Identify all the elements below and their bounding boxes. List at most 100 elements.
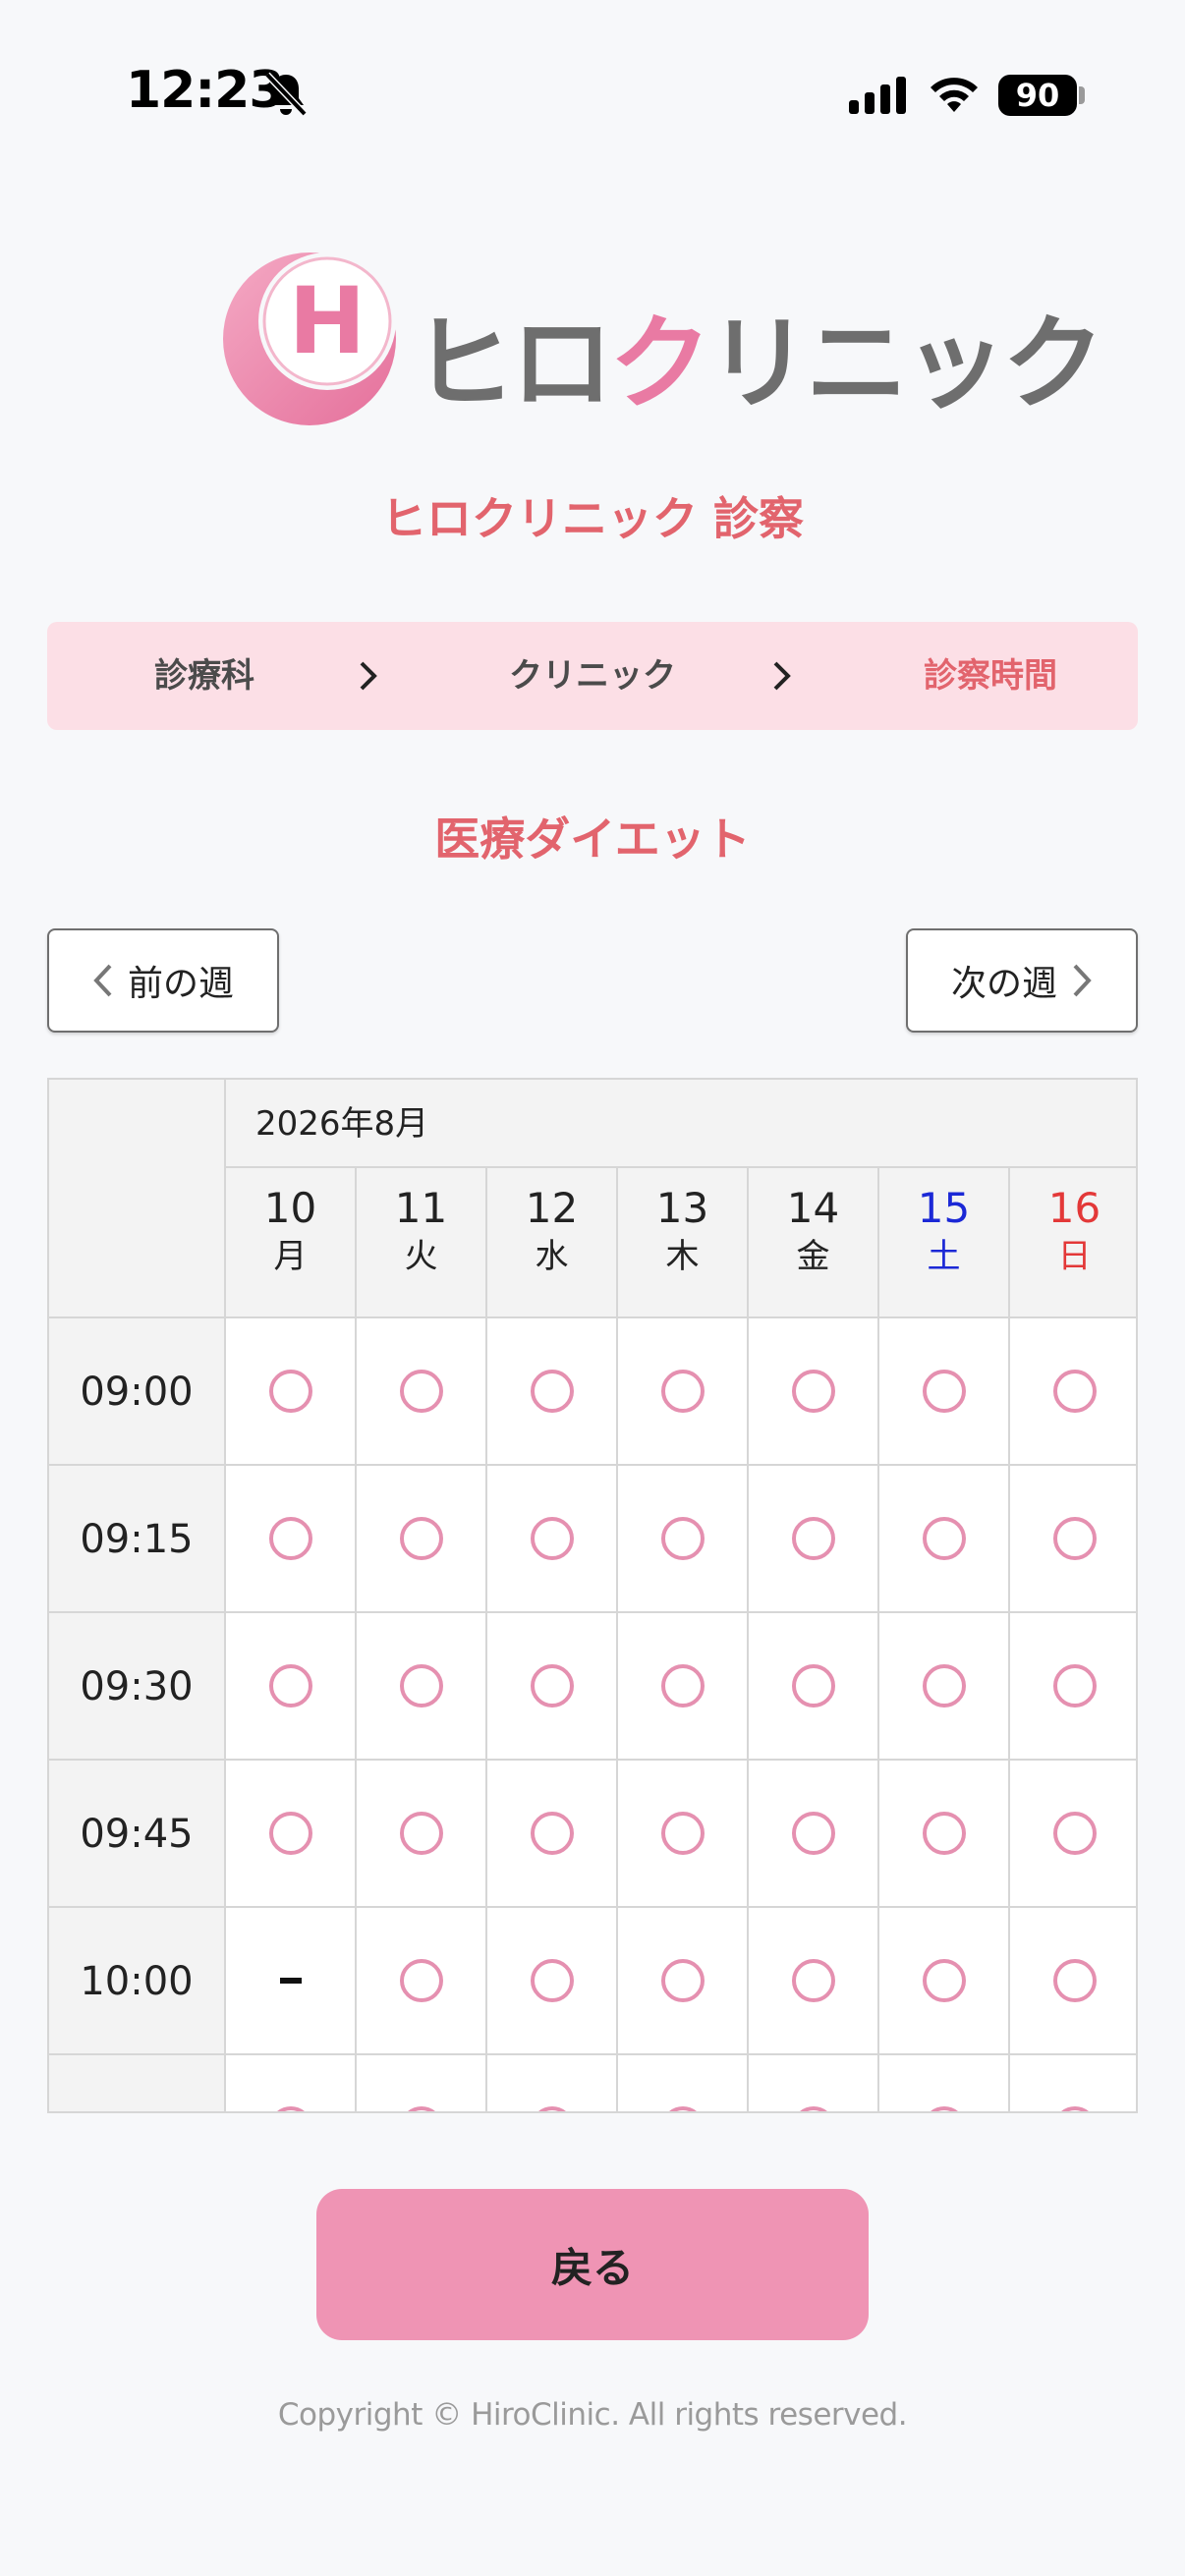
- available-slot[interactable]: [618, 2055, 749, 2111]
- time-label: 09:30: [49, 1613, 226, 1761]
- available-slot[interactable]: [618, 1466, 749, 1613]
- available-circle-icon: [791, 1517, 835, 1560]
- available-slot[interactable]: [357, 2055, 487, 2111]
- available-slot[interactable]: [226, 1761, 357, 1908]
- available-circle-icon: [530, 1812, 574, 1855]
- day-number: 12: [525, 1184, 579, 1232]
- available-slot[interactable]: [1010, 1613, 1136, 1761]
- available-slot[interactable]: [879, 2055, 1010, 2111]
- day-header: 13 木: [618, 1168, 749, 1318]
- available-slot[interactable]: [618, 1761, 749, 1908]
- available-circle-icon: [660, 1517, 705, 1560]
- available-slot[interactable]: [226, 1613, 357, 1761]
- available-circle-icon: [268, 2106, 312, 2111]
- available-slot[interactable]: [749, 1761, 879, 1908]
- logo-text: ヒロクリニック: [413, 280, 1104, 428]
- department-title: 医療ダイエット: [434, 812, 751, 866]
- day-header: 16 日: [1010, 1168, 1136, 1318]
- available-slot[interactable]: [1010, 2055, 1136, 2111]
- chevron-right-icon: [1073, 964, 1092, 997]
- available-circle-icon: [530, 1664, 574, 1708]
- available-circle-icon: [791, 1664, 835, 1708]
- breadcrumb-step-department[interactable]: 診療科: [106, 622, 303, 730]
- available-slot[interactable]: [749, 1318, 879, 1466]
- available-circle-icon: [922, 1517, 966, 1560]
- breadcrumb-step-time: 診察時間: [924, 656, 1057, 696]
- available-circle-icon: [1052, 1812, 1097, 1855]
- available-slot[interactable]: [226, 1466, 357, 1613]
- svg-text:H: H: [289, 268, 367, 375]
- next-week-button[interactable]: 次の週: [906, 928, 1138, 1033]
- bell-off-icon: [264, 72, 308, 117]
- available-slot[interactable]: [749, 1466, 879, 1613]
- available-slot[interactable]: [357, 1318, 487, 1466]
- prev-week-label: 前の週: [127, 964, 234, 1004]
- available-circle-icon: [399, 1959, 443, 2002]
- available-slot[interactable]: [357, 1908, 487, 2055]
- available-circle-icon: [660, 1664, 705, 1708]
- available-slot[interactable]: [226, 2055, 357, 2111]
- available-circle-icon: [660, 1812, 705, 1855]
- available-slot[interactable]: [879, 1761, 1010, 1908]
- back-button[interactable]: 戻る: [316, 2189, 869, 2340]
- available-slot[interactable]: [618, 1318, 749, 1466]
- available-slot[interactable]: [226, 1318, 357, 1466]
- copyright: Copyright © HiroClinic. All rights reser…: [277, 2397, 908, 2433]
- cellular-signal-icon: [849, 77, 906, 114]
- available-slot[interactable]: [749, 1908, 879, 2055]
- available-circle-icon: [268, 1664, 312, 1708]
- day-header: 14 金: [749, 1168, 879, 1318]
- available-slot[interactable]: [879, 1613, 1010, 1761]
- time-label: 09:15: [49, 1466, 226, 1613]
- available-circle-icon: [791, 2106, 835, 2111]
- day-weekday: 土: [927, 1237, 961, 1276]
- battery-indicator: 90: [998, 75, 1077, 116]
- available-circle-icon: [1052, 1664, 1097, 1708]
- day-weekday: 金: [796, 1237, 830, 1276]
- available-slot[interactable]: [1010, 1466, 1136, 1613]
- available-slot[interactable]: [1010, 1761, 1136, 1908]
- available-slot[interactable]: [749, 2055, 879, 2111]
- available-slot[interactable]: [749, 1613, 879, 1761]
- available-slot[interactable]: [487, 2055, 618, 2111]
- available-slot[interactable]: [879, 1466, 1010, 1613]
- breadcrumb-step-clinic[interactable]: クリニック: [460, 622, 725, 730]
- available-slot[interactable]: [618, 1908, 749, 2055]
- available-circle-icon: [922, 1664, 966, 1708]
- available-circle-icon: [268, 1370, 312, 1413]
- day-number: 16: [1047, 1184, 1101, 1232]
- available-slot[interactable]: [357, 1761, 487, 1908]
- day-weekday: 火: [404, 1237, 438, 1276]
- battery-tip: [1079, 86, 1085, 104]
- appointment-calendar: 2026年8月 10 月 11 火 12 水 13 木 14 金 15 土 16 日 09:00 09:15 0…: [47, 1078, 1138, 2113]
- status-bar: 12:23 90: [0, 0, 1185, 187]
- available-slot[interactable]: [487, 1613, 618, 1761]
- available-slot[interactable]: [487, 1908, 618, 2055]
- day-number: 14: [786, 1184, 840, 1232]
- available-slot[interactable]: [357, 1466, 487, 1613]
- available-slot[interactable]: [879, 1908, 1010, 2055]
- available-slot[interactable]: [357, 1613, 487, 1761]
- available-slot[interactable]: [618, 1613, 749, 1761]
- available-slot[interactable]: [487, 1318, 618, 1466]
- available-slot[interactable]: [1010, 1318, 1136, 1466]
- available-slot[interactable]: [879, 1318, 1010, 1466]
- day-weekday: 月: [273, 1237, 308, 1276]
- available-slot[interactable]: [487, 1761, 618, 1908]
- day-header: 11 火: [357, 1168, 487, 1318]
- available-circle-icon: [1052, 1959, 1097, 2002]
- page-title: ヒロクリニック 診察: [380, 492, 804, 545]
- available-circle-icon: [1052, 2106, 1097, 2111]
- calendar-corner: [49, 1080, 226, 1318]
- available-slot[interactable]: [1010, 1908, 1136, 2055]
- unavailable-slot: [226, 1908, 357, 2055]
- available-circle-icon: [660, 1959, 705, 2002]
- available-circle-icon: [530, 1959, 574, 2002]
- prev-week-button[interactable]: 前の週: [47, 928, 279, 1033]
- available-circle-icon: [922, 1959, 966, 2002]
- day-weekday: 日: [1057, 1237, 1092, 1276]
- time-label: 09:45: [49, 1761, 226, 1908]
- available-circle-icon: [1052, 1370, 1097, 1413]
- available-slot[interactable]: [487, 1466, 618, 1613]
- available-circle-icon: [268, 1812, 312, 1855]
